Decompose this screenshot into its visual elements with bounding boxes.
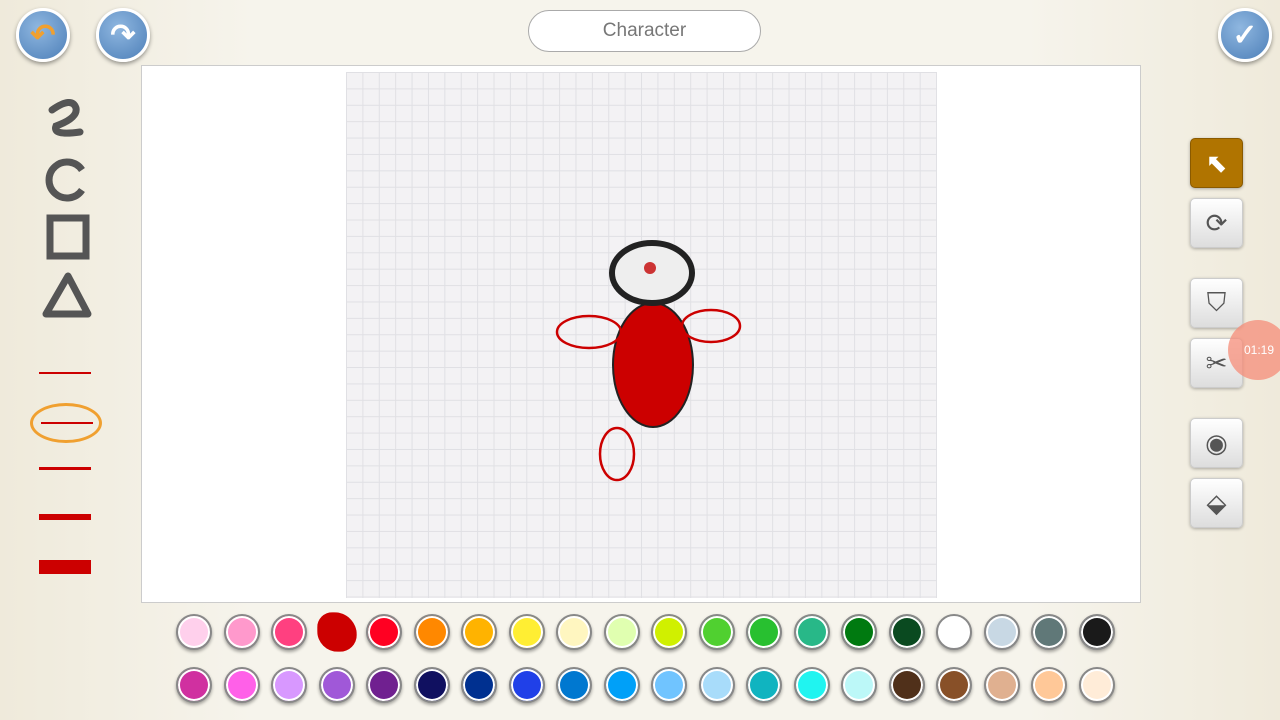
timer-badge: 01:19: [1228, 320, 1280, 380]
color-swatch[interactable]: [316, 612, 357, 652]
color-swatch[interactable]: [271, 614, 307, 650]
color-swatch[interactable]: [413, 667, 450, 703]
color-swatch[interactable]: [983, 667, 1020, 703]
color-swatch[interactable]: [793, 614, 830, 650]
color-swatch[interactable]: [223, 667, 260, 703]
select-arrow-button[interactable]: ⬉: [1190, 138, 1243, 188]
color-swatch[interactable]: [1031, 667, 1067, 703]
stamp-button[interactable]: ⛉: [1190, 278, 1243, 328]
color-swatch[interactable]: [983, 614, 1020, 650]
color-swatch[interactable]: [841, 614, 877, 650]
color-swatch[interactable]: [318, 667, 355, 703]
rotate-icon: ⟳: [1205, 207, 1228, 238]
color-swatch[interactable]: [176, 667, 212, 703]
color-swatch[interactable]: [413, 614, 450, 650]
character-drawing: [555, 240, 742, 482]
palette-row-2: [176, 667, 1115, 703]
camera-icon: ◉: [1205, 427, 1228, 458]
color-swatch[interactable]: [176, 614, 212, 650]
color-swatch[interactable]: [936, 667, 972, 703]
color-swatch[interactable]: [1078, 667, 1115, 703]
color-swatch[interactable]: [698, 614, 735, 650]
color-swatch[interactable]: [508, 614, 545, 650]
color-swatch[interactable]: [556, 667, 592, 703]
color-swatch[interactable]: [366, 667, 402, 703]
stamp-icon: ⛉: [1206, 287, 1227, 317]
color-swatch[interactable]: [841, 667, 877, 703]
color-swatch[interactable]: [271, 667, 307, 703]
scissors-icon: ✂: [1205, 347, 1228, 378]
select-arrow-icon: ⬉: [1205, 147, 1228, 178]
color-swatch[interactable]: [508, 667, 545, 703]
camera-button[interactable]: ◉: [1190, 418, 1243, 468]
paint-bucket-icon: ⬙: [1206, 487, 1227, 518]
nose: [644, 262, 656, 274]
color-swatch[interactable]: [603, 614, 640, 650]
color-swatch[interactable]: [556, 614, 592, 650]
color-swatch[interactable]: [461, 614, 497, 650]
palette-row-1: [176, 612, 1115, 652]
color-swatch[interactable]: [651, 614, 687, 650]
timer-text: 01:19: [1244, 343, 1275, 357]
color-swatch[interactable]: [366, 614, 402, 650]
color-swatch[interactable]: [746, 614, 782, 650]
color-swatch[interactable]: [223, 614, 260, 650]
color-swatch[interactable]: [888, 667, 925, 703]
rotate-button[interactable]: ⟳: [1190, 198, 1243, 248]
color-swatch[interactable]: [746, 667, 782, 703]
paint-bucket-button[interactable]: ⬙: [1190, 478, 1243, 528]
body-ellipse: [612, 302, 694, 428]
leg: [598, 426, 636, 482]
right-arm: [680, 308, 742, 344]
color-swatch[interactable]: [698, 667, 735, 703]
color-swatch[interactable]: [461, 667, 497, 703]
color-swatch[interactable]: [1031, 614, 1067, 650]
color-swatch[interactable]: [793, 667, 830, 703]
color-swatch[interactable]: [936, 614, 972, 650]
color-swatch[interactable]: [1078, 614, 1115, 650]
color-swatch[interactable]: [888, 614, 925, 650]
color-swatch[interactable]: [603, 667, 640, 703]
color-swatch[interactable]: [651, 667, 687, 703]
left-arm: [555, 314, 623, 350]
